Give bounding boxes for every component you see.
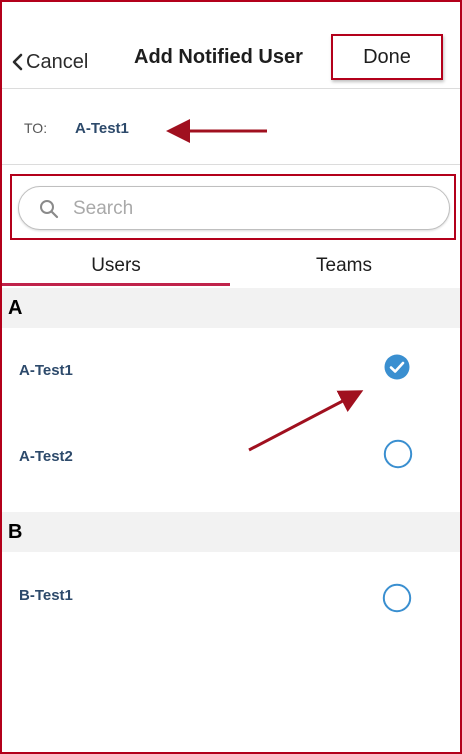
circle-outline-icon[interactable] xyxy=(383,439,413,469)
check-circle-filled-icon[interactable] xyxy=(382,354,412,384)
page-title: Add Notified User xyxy=(134,46,303,68)
to-recipient-value: A-Test1 xyxy=(75,120,129,137)
section-letter: A xyxy=(8,297,23,319)
tab-users[interactable]: Users xyxy=(2,246,230,286)
search-input[interactable] xyxy=(71,195,435,223)
tab-bar: Users Teams xyxy=(2,246,460,286)
user-name: A-Test1 xyxy=(19,362,73,379)
done-label: Done xyxy=(363,45,411,68)
section-header-b: B xyxy=(2,512,460,552)
cancel-button[interactable]: Cancel xyxy=(10,48,88,76)
to-label: TO: xyxy=(24,120,48,136)
list-item-user[interactable]: B-Test1 xyxy=(2,552,460,638)
recipient-divider xyxy=(2,164,460,165)
tab-teams[interactable]: Teams xyxy=(230,246,458,286)
tab-teams-label: Teams xyxy=(316,255,372,276)
tab-users-label: Users xyxy=(91,255,141,276)
active-tab-indicator xyxy=(2,283,230,286)
list-item-user[interactable]: A-Test2 xyxy=(2,414,460,500)
cancel-label: Cancel xyxy=(26,50,89,73)
section-header-a: A xyxy=(2,288,460,328)
search-bar[interactable] xyxy=(18,186,450,230)
list-item-user[interactable]: A-Test1 xyxy=(2,328,460,414)
chevron-left-icon xyxy=(12,53,23,71)
header-divider xyxy=(2,88,460,89)
search-icon xyxy=(40,200,59,219)
done-button[interactable]: Done xyxy=(331,34,443,80)
recipient-row: TO: A-Test1 xyxy=(2,90,460,162)
user-name: B-Test1 xyxy=(19,587,73,604)
circle-outline-icon[interactable] xyxy=(382,583,412,613)
user-name: A-Test2 xyxy=(19,448,73,465)
search-highlight-box xyxy=(10,174,456,240)
section-letter: B xyxy=(8,521,23,543)
